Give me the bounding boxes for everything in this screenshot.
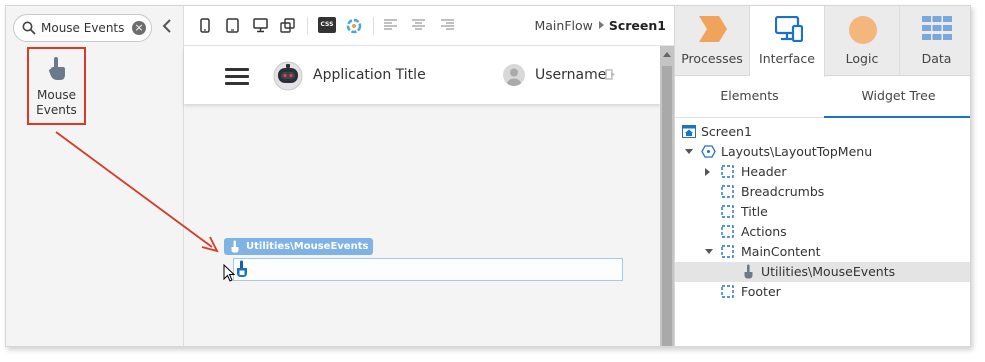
tree-item-screen1[interactable]: Screen1 [675,122,970,142]
hand-pointer-icon [744,264,753,279]
tree-item-label: Utilities\MouseEvents [761,264,896,279]
expand-right-icon[interactable] [705,168,710,176]
tree-item-maincontent[interactable]: MainContent [675,242,970,262]
widget-badge-label: Utilities\MouseEvents [246,241,369,252]
tree-item-label: Screen1 [701,124,752,139]
placeholder-icon [721,165,734,178]
tab-label: Interface [759,51,815,66]
tab-label: Processes [681,51,743,66]
tree-item-label: Breadcrumbs [741,184,825,199]
mouse-events-widget[interactable] [233,258,623,281]
block-icon [701,145,716,158]
tree-item-title[interactable]: Title [675,202,970,222]
tab-data[interactable]: Data [900,6,970,76]
mouse-cursor-icon [223,264,235,282]
tab-processes[interactable]: Processes [675,6,750,76]
placeholder-icon [721,185,734,198]
hand-lock-icon [237,260,247,277]
placeholder-icon [721,225,734,238]
tab-widget-tree[interactable]: Widget Tree [824,76,970,118]
tree-item-header[interactable]: Header [675,162,970,182]
placeholder-icon [721,285,734,298]
tree-item-label: Title [741,204,768,219]
interface-icon [775,16,803,42]
tree-item-breadcrumbs[interactable]: Breadcrumbs [675,182,970,202]
sub-tabs: Elements Widget Tree [675,76,970,118]
data-grid-icon [922,16,952,40]
mouse-events-widget-badge[interactable]: Utilities\MouseEvents [224,238,374,255]
expand-down-icon[interactable] [705,249,713,254]
main-tabs: Processes Interface Logic Data [675,6,970,77]
tree-item-label: Footer [741,284,781,299]
tree-item-footer[interactable]: Footer [675,282,970,302]
logic-icon [849,16,877,44]
tab-logic[interactable]: Logic [825,6,900,76]
screen-icon [682,125,696,138]
widget-tree: Screen1 Layouts\LayoutTopMenu Header Bre… [675,122,970,302]
tree-item-label: Header [741,164,787,179]
expand-down-icon[interactable] [685,149,693,154]
processes-icon [699,16,727,42]
tree-item-mouseevents[interactable]: Utilities\MouseEvents [675,262,970,282]
tree-item-label: MainContent [741,244,821,259]
tree-item-label: Layouts\LayoutTopMenu [721,144,873,159]
app-window: Mouse Events × Mouse Events CSS MainFlow… [5,5,971,347]
placeholder-icon [721,245,734,258]
tree-item-actions[interactable]: Actions [675,222,970,242]
hand-pointer-icon [231,240,239,253]
tab-interface[interactable]: Interface [750,6,825,77]
properties-panel: Processes Interface Logic Data Elements … [674,6,970,346]
tab-elements[interactable]: Elements [675,76,824,118]
placeholder-icon [721,205,734,218]
tab-label: Data [921,51,952,66]
tree-item-label: Actions [741,224,787,239]
tab-label: Logic [845,51,879,66]
tree-item-layout[interactable]: Layouts\LayoutTopMenu [675,142,970,162]
